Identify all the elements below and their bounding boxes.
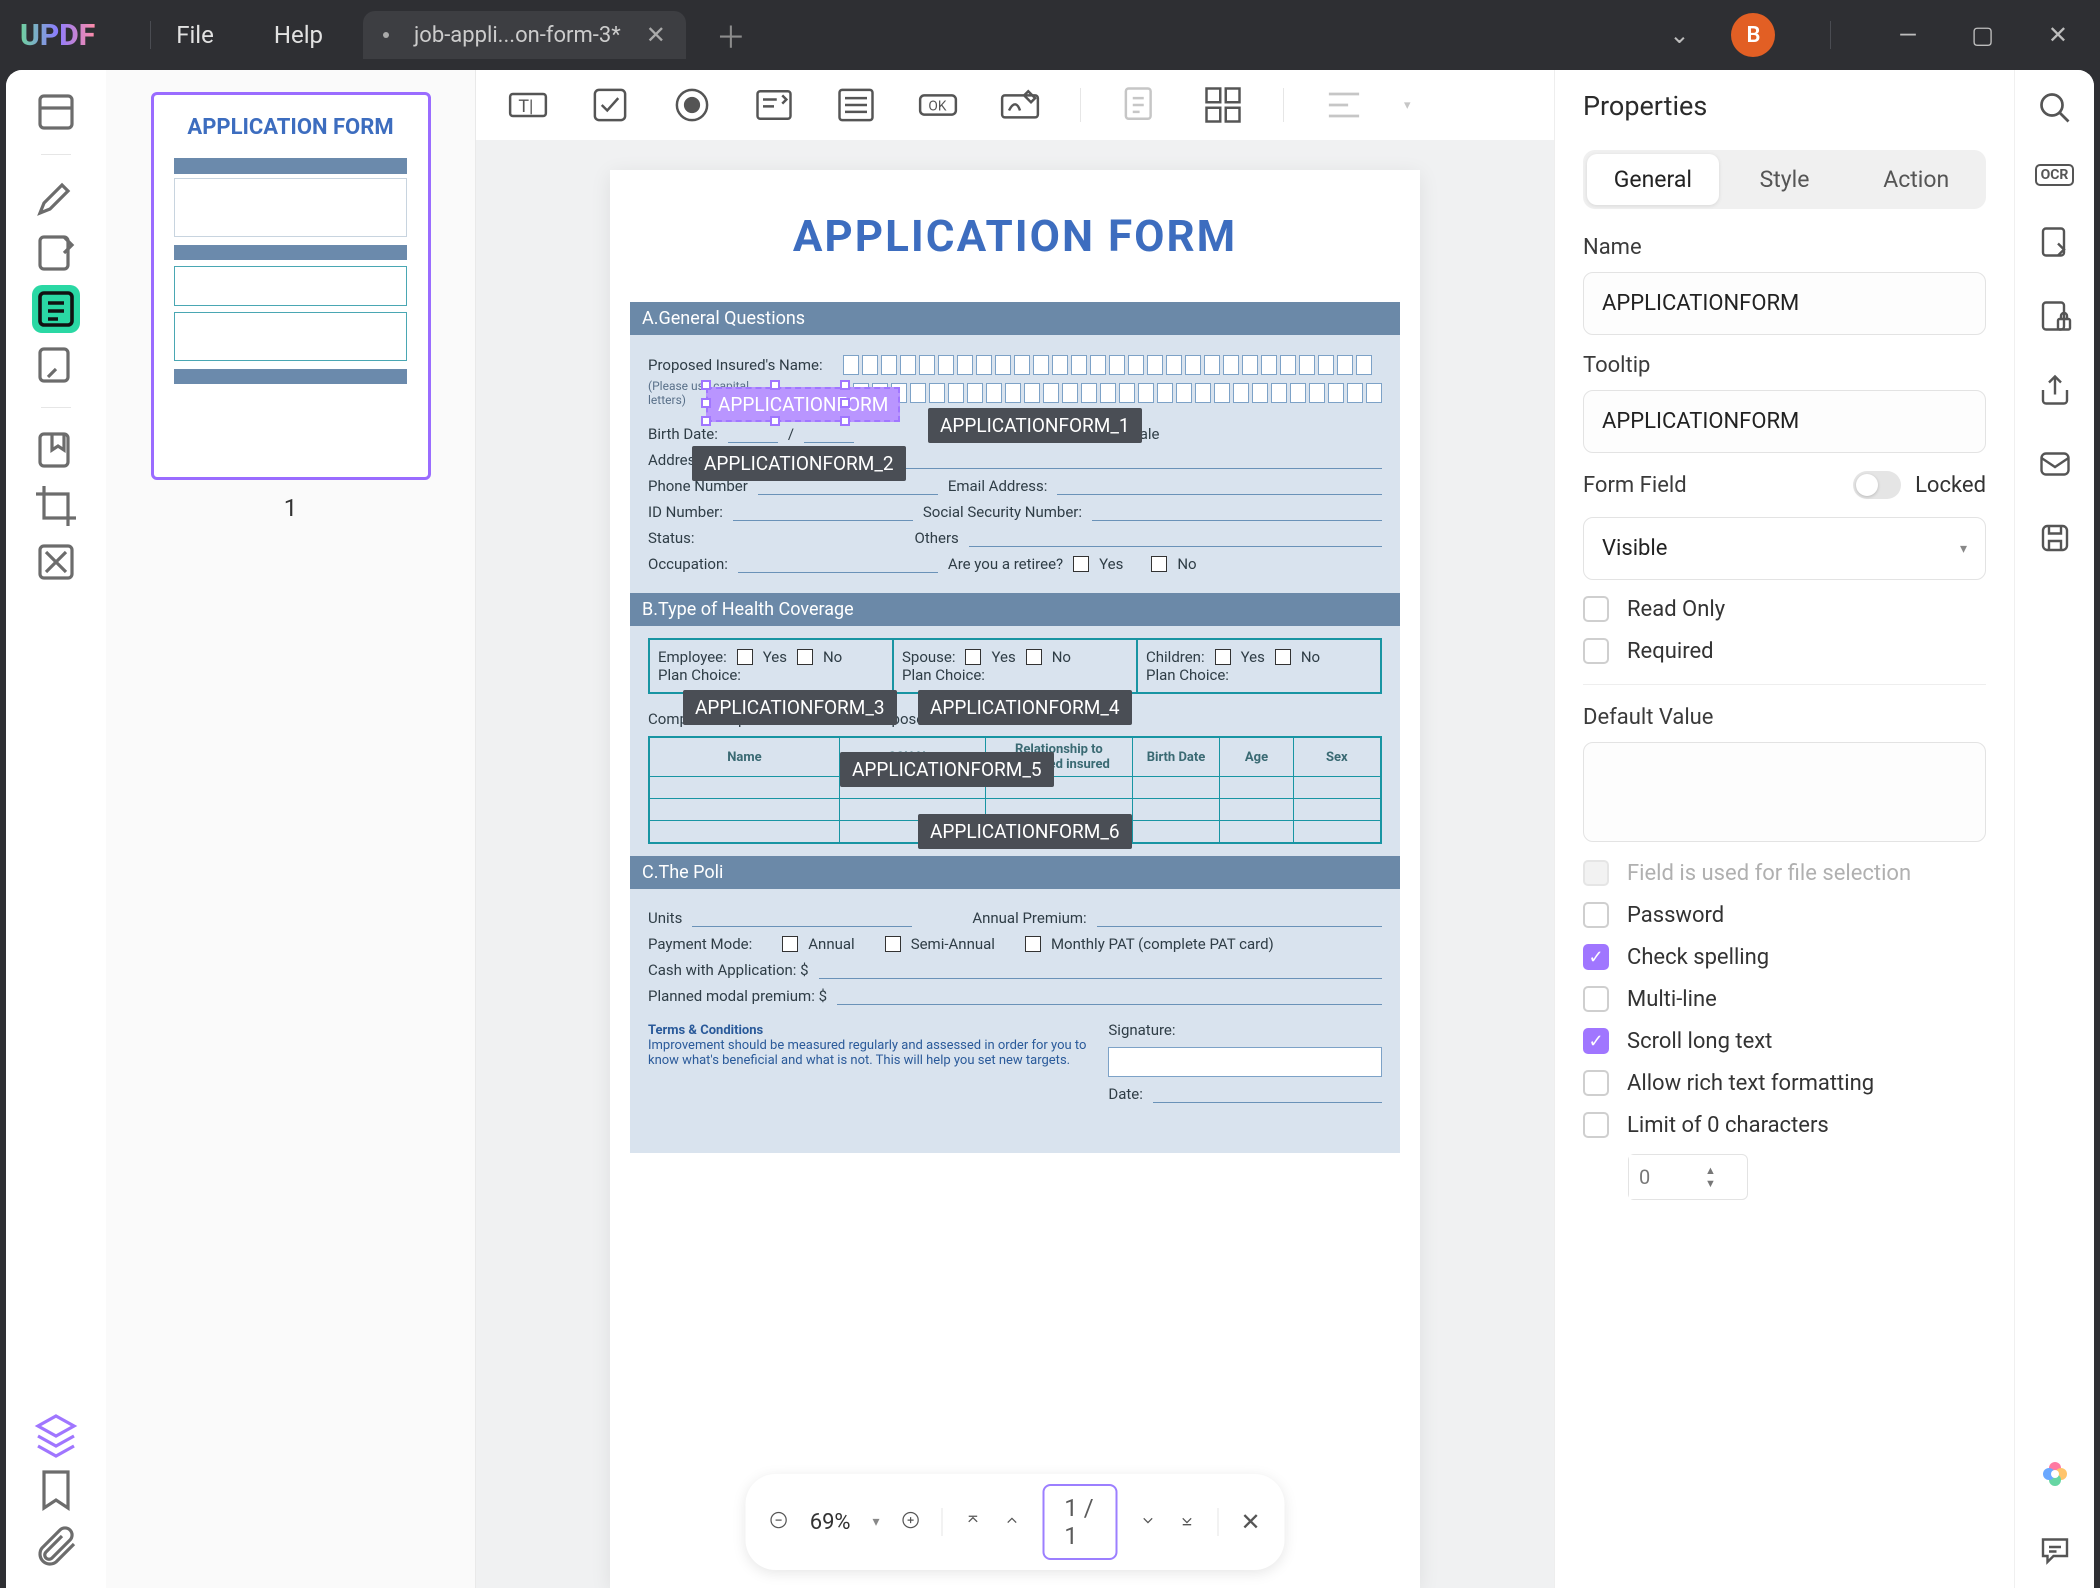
bookmark-icon[interactable] xyxy=(32,1466,80,1514)
tab-name: job-appli...on-form-3* xyxy=(414,23,621,48)
page-view[interactable]: APPLICATION FORM A.General Questions Pro… xyxy=(610,170,1420,1588)
menu-file[interactable]: File xyxy=(176,21,214,49)
svg-text:OK: OK xyxy=(928,99,946,115)
locked-toggle[interactable] xyxy=(1853,471,1901,499)
search-icon[interactable] xyxy=(2037,90,2073,126)
radio-tool[interactable] xyxy=(670,83,714,127)
page-title: APPLICATION FORM xyxy=(610,200,1420,302)
scroll-checkbox[interactable] xyxy=(1583,1028,1609,1054)
field-tag-4[interactable]: APPLICATIONFORM_4 xyxy=(918,690,1132,725)
default-value-label: Default Value xyxy=(1583,705,1986,730)
locked-label: Locked xyxy=(1915,473,1986,498)
rich-text-checkbox[interactable] xyxy=(1583,1070,1609,1096)
mail-icon[interactable] xyxy=(2037,446,2073,482)
form-assist-tool[interactable] xyxy=(1119,83,1163,127)
visibility-select[interactable]: Visible▾ xyxy=(1583,517,1986,580)
field-tag-3[interactable]: APPLICATIONFORM_3 xyxy=(683,690,897,725)
attachment-icon[interactable] xyxy=(32,1522,80,1570)
app-logo: UPDF xyxy=(20,18,95,53)
svg-text:T|: T| xyxy=(518,96,533,117)
document-tab[interactable]: job-appli...on-form-3* ✕ xyxy=(363,11,686,59)
tab-general[interactable]: General xyxy=(1587,154,1719,205)
page-tools-icon[interactable] xyxy=(32,341,80,389)
field-tag-1[interactable]: APPLICATIONFORM_1 xyxy=(928,408,1142,443)
multiline-checkbox[interactable] xyxy=(1583,986,1609,1012)
section-a-header: A.General Questions xyxy=(630,302,1400,335)
close-window-button[interactable]: ✕ xyxy=(2036,15,2080,55)
tooltip-input[interactable] xyxy=(1583,390,1986,453)
required-checkbox[interactable] xyxy=(1583,638,1609,664)
properties-title: Properties xyxy=(1583,90,1986,122)
add-tab-button[interactable]: ＋ xyxy=(716,13,746,57)
align-tool[interactable] xyxy=(1322,83,1366,127)
section-c-header: C.The Poli xyxy=(630,856,1400,889)
tab-dot-icon xyxy=(383,32,389,38)
share-icon[interactable] xyxy=(2037,372,2073,408)
bottom-toolbar: 69% ▾ 1 / 1 ✕ xyxy=(746,1474,1285,1570)
dropdown-tool[interactable] xyxy=(752,83,796,127)
limit-checkbox[interactable] xyxy=(1583,1112,1609,1138)
save-icon[interactable] xyxy=(2037,520,2073,556)
highlighter-icon[interactable] xyxy=(32,173,80,221)
redact-icon[interactable] xyxy=(32,538,80,586)
grid-tool[interactable] xyxy=(1201,83,1245,127)
password-checkbox[interactable] xyxy=(1583,902,1609,928)
lock-doc-icon[interactable] xyxy=(2037,298,2073,334)
last-page-button[interactable] xyxy=(1179,1512,1196,1533)
first-page-button[interactable] xyxy=(964,1512,981,1533)
next-page-button[interactable] xyxy=(1140,1512,1157,1533)
maximize-button[interactable]: ▢ xyxy=(1959,15,2006,55)
readonly-checkbox[interactable] xyxy=(1583,596,1609,622)
field-tag-6[interactable]: APPLICATIONFORM_6 xyxy=(918,814,1132,849)
name-label: Name xyxy=(1583,235,1986,260)
close-toolbar-button[interactable]: ✕ xyxy=(1240,1508,1260,1536)
spell-checkbox[interactable] xyxy=(1583,944,1609,970)
ai-icon[interactable] xyxy=(2039,1458,2071,1494)
tab-style[interactable]: Style xyxy=(1719,154,1851,205)
field-tag-5[interactable]: APPLICATIONFORM_5 xyxy=(840,752,1054,787)
menu-help[interactable]: Help xyxy=(274,21,323,49)
prev-page-button[interactable] xyxy=(1003,1512,1020,1533)
field-tag-2[interactable]: APPLICATIONFORM_2 xyxy=(692,446,906,481)
ocr-icon[interactable]: OCR xyxy=(2035,164,2075,186)
bookmark-tool-icon[interactable] xyxy=(32,426,80,474)
comment-icon[interactable] xyxy=(2037,1532,2073,1568)
thumb-page-number: 1 xyxy=(284,494,298,522)
button-tool[interactable]: OK xyxy=(916,83,960,127)
crop-icon[interactable] xyxy=(32,482,80,530)
thumbnails-icon[interactable] xyxy=(32,88,80,136)
text-field-tool[interactable]: T| xyxy=(506,83,550,127)
default-value-input[interactable] xyxy=(1583,742,1986,842)
convert-icon[interactable] xyxy=(2037,224,2073,260)
name-input[interactable] xyxy=(1583,272,1986,335)
tooltip-label: Tooltip xyxy=(1583,353,1986,378)
tab-action[interactable]: Action xyxy=(1850,154,1982,205)
listbox-tool[interactable] xyxy=(834,83,878,127)
signature-tool[interactable] xyxy=(998,83,1042,127)
checkbox-tool[interactable] xyxy=(588,83,632,127)
zoom-out-button[interactable] xyxy=(770,1511,788,1533)
edit-text-icon[interactable] xyxy=(32,229,80,277)
layers-icon[interactable] xyxy=(32,1410,80,1458)
avatar[interactable]: B xyxy=(1731,13,1775,57)
close-tab-icon[interactable]: ✕ xyxy=(646,21,666,49)
zoom-level[interactable]: 69% xyxy=(810,1510,851,1535)
zoom-in-button[interactable] xyxy=(902,1511,920,1533)
selected-field[interactable]: APPLICATIONFORM xyxy=(706,387,900,422)
minimize-button[interactable]: — xyxy=(1886,15,1929,55)
page-thumbnail[interactable]: APPLICATION FORM xyxy=(151,92,431,480)
form-field-label: Form Field xyxy=(1583,473,1687,498)
page-indicator[interactable]: 1 / 1 xyxy=(1042,1484,1118,1560)
align-chevron-icon[interactable]: ▾ xyxy=(1404,98,1411,113)
file-selection-checkbox xyxy=(1583,860,1609,886)
zoom-chevron-icon[interactable]: ▾ xyxy=(873,1514,880,1530)
dropdown-icon[interactable]: ⌄ xyxy=(1657,15,1701,55)
form-editor-icon[interactable] xyxy=(32,285,80,333)
limit-stepper[interactable]: ▲▼ xyxy=(1628,1154,1748,1200)
section-b-header: B.Type of Health Coverage xyxy=(630,593,1400,626)
